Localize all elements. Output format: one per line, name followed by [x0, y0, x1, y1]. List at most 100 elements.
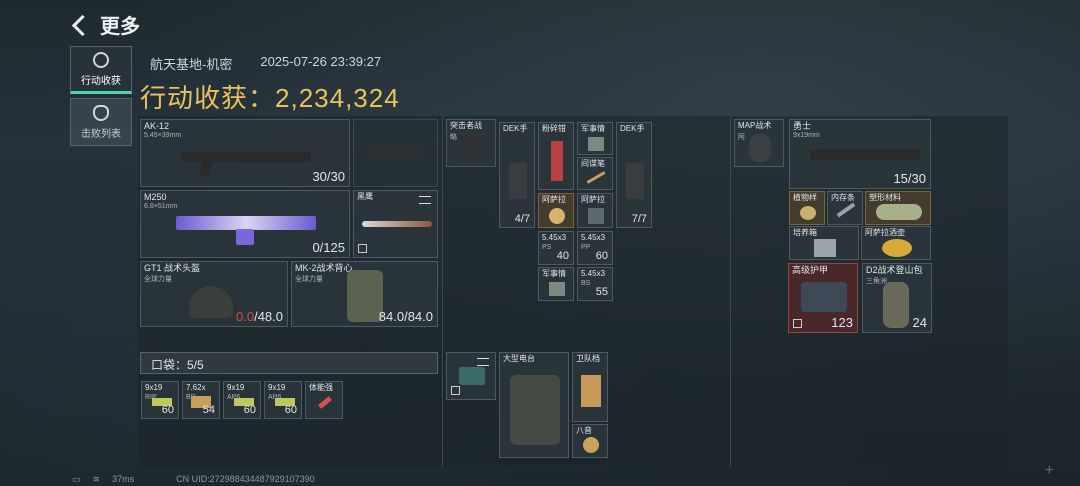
document-icon	[581, 375, 601, 407]
container-item[interactable]: 塑形材料	[865, 191, 931, 225]
swap-icon[interactable]	[477, 358, 489, 366]
pocket-item[interactable]: 7.62x BP 54	[182, 381, 220, 419]
helmet-name: GT1 战术头盔	[144, 263, 201, 273]
phone-icon	[626, 163, 644, 199]
armor-durability: 84.0/84.0	[378, 309, 433, 324]
secondary-weapon-caliber: 6.8×51mm	[144, 203, 178, 210]
rig-item[interactable]: DEK手 4/7	[499, 122, 535, 228]
item-count: 24	[912, 315, 927, 330]
secondary-weapon-name: M250	[144, 192, 167, 202]
loot-icon	[93, 51, 109, 68]
wifi-icon: ≋	[92, 474, 101, 484]
item-name: 勇士	[793, 121, 812, 131]
backpack-item[interactable]: 大型电台	[499, 352, 569, 458]
primary-weapon-ammo: 30/30	[312, 169, 345, 184]
melee-slot[interactable]: 黑鹰	[353, 190, 438, 258]
item-name: 阿萨拉酒壶	[865, 228, 905, 237]
primary-weapon-slot[interactable]: AK-12 5.45×39mm 30/30	[140, 119, 350, 187]
rig-item[interactable]: 间谍笔	[577, 157, 613, 190]
item-name: 大型电台	[503, 354, 535, 363]
rig-item[interactable]: 阿萨拉	[538, 193, 574, 228]
item-count: 60	[243, 404, 256, 416]
intel-icon	[588, 137, 604, 151]
item-sub: PP	[581, 244, 591, 251]
item-name: 粉碎钳	[542, 124, 566, 133]
container-weapon[interactable]: 勇士 9x19mm 15/30	[789, 119, 931, 189]
swap-icon[interactable]	[419, 196, 431, 204]
item-name: 军事情	[542, 269, 566, 278]
item-name: D2战术登山包	[866, 265, 923, 275]
item-name: MAP战术	[738, 121, 772, 130]
pliers-icon	[551, 141, 563, 181]
item-sub: 9x19mm	[793, 132, 820, 139]
rig-item[interactable]: 军事情	[577, 122, 613, 155]
pocket-header: 口袋：5/5	[140, 352, 438, 374]
tab-kills[interactable]: 击败列表	[70, 98, 132, 146]
artifact-icon	[588, 208, 604, 224]
container-item[interactable]: 内存条	[827, 191, 863, 225]
armor-slot[interactable]: MK-2战术背心 全球力量 84.0/84.0	[291, 261, 438, 327]
item-name: 9x19	[227, 383, 245, 392]
item-name: 7.62x	[186, 383, 206, 392]
flask-icon	[882, 239, 912, 257]
pen-icon	[586, 171, 606, 184]
item-name: 突击者战	[450, 121, 482, 130]
container-backpack[interactable]: D2战术登山包 三角洲 24	[862, 263, 932, 333]
armor-maker: 全球力量	[295, 276, 323, 283]
chest-rig-icon	[461, 136, 483, 162]
item-name: 5.45x3	[542, 233, 567, 242]
ping: 37ms	[112, 474, 135, 484]
backpack-item[interactable]: 八音	[572, 424, 608, 458]
syringe-icon	[318, 396, 332, 409]
container-item[interactable]: 培养箱	[789, 226, 859, 260]
pistol-slot[interactable]	[353, 119, 438, 187]
item-name: 军事情	[581, 124, 605, 133]
helmet-maker: 全球力量	[144, 276, 172, 283]
secondary-weapon-slot[interactable]: M250 6.8×51mm 0/125	[140, 190, 350, 258]
tab-loot[interactable]: 行动收获	[70, 46, 132, 94]
rig-item[interactable]: 粉碎钳	[538, 122, 574, 190]
loot-value-label: 行动收获：	[140, 83, 276, 113]
container-armor[interactable]: 高级护甲 123	[788, 263, 858, 333]
helmet-slot[interactable]: GT1 战术头盔 全球力量 0.0/48.0	[140, 261, 288, 327]
plus-icon: +	[1044, 462, 1054, 479]
rig-item[interactable]: 阿萨拉	[577, 193, 613, 228]
rig-item[interactable]: DEK手 7/7	[616, 122, 652, 228]
pocket-item[interactable]: 体能强	[305, 381, 343, 419]
map-name: 航天基地-机密	[150, 57, 233, 72]
helmet-durability-value: 0.0	[236, 309, 255, 324]
loot-value-number: 2,234,324	[275, 83, 400, 113]
back-arrow-icon[interactable]	[70, 15, 90, 35]
item-name: 9x19	[145, 383, 163, 392]
rig-item[interactable]: 5.45x3 BS 55	[577, 267, 613, 301]
item-count: 40	[556, 250, 569, 262]
match-meta: 航天基地-机密 2025-07-26 23:39:27	[150, 54, 381, 73]
phone-icon	[509, 163, 527, 199]
item-name: 塑形材料	[869, 193, 901, 202]
page-title: 更多	[100, 16, 140, 38]
rig-item[interactable]: 5.45x3 PS 40	[538, 231, 574, 265]
item-name: 间谍笔	[581, 159, 605, 168]
rig-item[interactable]: 5.45x3 PP 60	[577, 231, 613, 265]
pocket-item[interactable]: 9x19 AP6 60	[223, 381, 261, 419]
machine-gun-mag	[236, 229, 254, 245]
divider	[730, 116, 731, 466]
backpack-slot[interactable]	[446, 352, 496, 400]
pocket-item[interactable]: 9x19 RIP 60	[141, 381, 179, 419]
container-item[interactable]: 植物样	[789, 191, 825, 225]
pocket-item[interactable]: 9x19 AP6 60	[264, 381, 302, 419]
ram-icon	[836, 202, 856, 218]
primary-weapon-caliber: 5.45×39mm	[144, 132, 182, 139]
item-name: 5.45x3	[581, 269, 606, 278]
radio-icon	[510, 375, 560, 445]
item-count: 15/30	[893, 171, 926, 186]
container-item[interactable]: 阿萨拉酒壶	[861, 226, 931, 260]
container-slot[interactable]: MAP战术 阿	[734, 119, 784, 167]
rig-slot[interactable]: 突击者战 略	[446, 119, 496, 167]
melee-name: 黑鹰	[357, 192, 373, 201]
helmet-durability: 0.0/48.0	[236, 309, 283, 324]
pistol-icon	[369, 145, 419, 159]
lock-icon	[358, 244, 367, 253]
backpack-item[interactable]: 卫队档	[572, 352, 608, 422]
rig-item[interactable]: 军事情	[538, 267, 574, 301]
